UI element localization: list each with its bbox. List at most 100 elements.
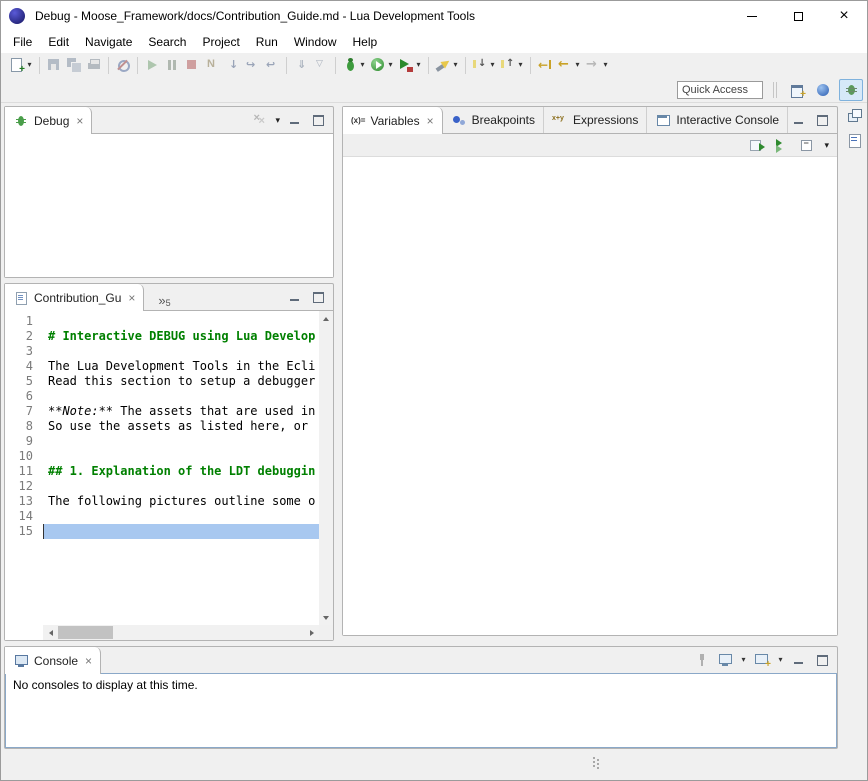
code-line-current[interactable] xyxy=(43,524,319,539)
dropdown-icon[interactable]: ▾ xyxy=(740,649,747,671)
editor-gutter[interactable]: 123456789101112131415 xyxy=(5,311,43,625)
code-line[interactable] xyxy=(43,509,319,524)
dropdown-icon[interactable]: ▾ xyxy=(26,54,33,76)
debug-perspective-button[interactable] xyxy=(839,79,863,101)
external-tools-button[interactable]: ▾ xyxy=(396,54,424,76)
minimize-icon[interactable] xyxy=(287,112,303,128)
line-number[interactable]: 8 xyxy=(5,419,43,434)
tab-breakpoints[interactable]: Breakpoints xyxy=(443,107,544,133)
minimize-window-button[interactable] xyxy=(729,1,775,31)
line-number[interactable]: 13 xyxy=(5,494,43,509)
maximize-icon[interactable] xyxy=(814,652,830,668)
menu-item-navigate[interactable]: Navigate xyxy=(77,32,140,52)
line-number[interactable]: 1 xyxy=(5,314,43,329)
back-button[interactable]: ▾ xyxy=(555,54,583,76)
line-number[interactable]: 11 xyxy=(5,464,43,479)
drop-to-frame-button[interactable] xyxy=(291,54,311,76)
editor-lines[interactable]: # Interactive DEBUG using Lua DevelopThe… xyxy=(43,311,319,625)
forward-button[interactable]: ▾ xyxy=(583,54,611,76)
show-type-names-icon[interactable] xyxy=(774,137,790,153)
code-line[interactable]: **Note:** The assets that are used in xyxy=(43,404,319,419)
menu-item-window[interactable]: Window xyxy=(286,32,345,52)
restore-view-icon[interactable] xyxy=(846,108,862,124)
console-view-content[interactable]: No consoles to display at this time. xyxy=(5,673,837,748)
view-menu-icon[interactable]: ▾ xyxy=(824,132,829,158)
maximize-icon[interactable] xyxy=(814,112,830,128)
dropdown-icon[interactable]: ▾ xyxy=(489,54,496,76)
line-number[interactable]: 5 xyxy=(5,374,43,389)
dropdown-icon[interactable]: ▾ xyxy=(387,54,394,76)
menu-item-file[interactable]: File xyxy=(5,32,40,52)
status-bar-gripper[interactable] xyxy=(592,756,600,772)
open-perspective-button[interactable] xyxy=(785,79,809,101)
remove-all-terminated-icon[interactable] xyxy=(252,112,268,128)
dropdown-icon[interactable]: ▾ xyxy=(517,54,524,76)
close-icon[interactable]: × xyxy=(128,292,135,304)
step-return-button[interactable] xyxy=(262,54,282,76)
vertical-scrollbar[interactable] xyxy=(319,311,333,625)
code-line[interactable] xyxy=(43,479,319,494)
line-number[interactable]: 3 xyxy=(5,344,43,359)
menu-item-edit[interactable]: Edit xyxy=(40,32,77,52)
tab-contribution-guide[interactable]: Contribution_Gu × xyxy=(5,284,144,311)
line-number[interactable]: 12 xyxy=(5,479,43,494)
minimize-icon[interactable] xyxy=(287,289,303,305)
close-icon[interactable]: × xyxy=(76,115,83,127)
close-window-button[interactable]: × xyxy=(821,1,867,31)
step-into-button[interactable] xyxy=(222,54,242,76)
tab-overflow-indicator[interactable]: » 5 xyxy=(144,284,176,310)
previous-annotation-button[interactable]: ▾ xyxy=(498,54,526,76)
code-line[interactable] xyxy=(43,449,319,464)
minimize-icon[interactable] xyxy=(791,112,807,128)
line-number[interactable]: 7 xyxy=(5,404,43,419)
dropdown-icon[interactable]: ▾ xyxy=(452,54,459,76)
variables-view-content[interactable] xyxy=(343,157,837,635)
open-console-icon[interactable] xyxy=(754,652,770,668)
disconnect-button[interactable] xyxy=(202,54,222,76)
scrollbar-thumb[interactable] xyxy=(58,626,113,639)
suspend-button[interactable] xyxy=(162,54,182,76)
maximize-icon[interactable] xyxy=(310,289,326,305)
code-line[interactable] xyxy=(43,434,319,449)
view-menu-icon[interactable]: ▾ xyxy=(275,107,280,133)
dropdown-icon[interactable]: ▾ xyxy=(602,54,609,76)
skip-breakpoints-button[interactable] xyxy=(113,54,133,76)
code-line[interactable] xyxy=(43,314,319,329)
dropdown-icon[interactable]: ▾ xyxy=(415,54,422,76)
scroll-down-button[interactable] xyxy=(319,610,333,625)
minimize-icon[interactable] xyxy=(791,652,807,668)
pin-console-icon[interactable] xyxy=(694,652,710,668)
close-icon[interactable]: × xyxy=(85,655,92,667)
line-number[interactable]: 4 xyxy=(5,359,43,374)
line-number[interactable]: 10 xyxy=(5,449,43,464)
resume-button[interactable] xyxy=(142,54,162,76)
tab-variables[interactable]: (x)= Variables × xyxy=(343,107,443,134)
save-all-button[interactable] xyxy=(64,54,84,76)
menu-item-search[interactable]: Search xyxy=(140,32,194,52)
code-line[interactable]: Read this section to setup a debugger xyxy=(43,374,319,389)
terminate-button[interactable] xyxy=(182,54,202,76)
scroll-right-button[interactable] xyxy=(304,625,319,640)
line-number[interactable]: 6 xyxy=(5,389,43,404)
collapse-all-icon[interactable] xyxy=(799,137,815,153)
maximize-icon[interactable] xyxy=(310,112,326,128)
dropdown-icon[interactable]: ▾ xyxy=(574,54,581,76)
line-number[interactable]: 2 xyxy=(5,329,43,344)
tab-interactive-console[interactable]: Interactive Console xyxy=(647,107,788,133)
show-logical-structure-icon[interactable] xyxy=(749,137,765,153)
tab-expressions[interactable]: Expressions xyxy=(544,107,647,133)
maximize-window-button[interactable] xyxy=(775,1,821,31)
step-filters-button[interactable] xyxy=(311,54,331,76)
outline-view-icon[interactable] xyxy=(846,132,862,148)
print-button[interactable] xyxy=(84,54,104,76)
scroll-up-button[interactable] xyxy=(319,311,333,326)
dropdown-icon[interactable]: ▾ xyxy=(777,649,784,671)
debug-view-content[interactable] xyxy=(5,133,333,277)
horizontal-scrollbar[interactable] xyxy=(43,625,319,640)
line-number[interactable]: 15 xyxy=(5,524,43,539)
code-line[interactable] xyxy=(43,344,319,359)
run-button[interactable]: ▾ xyxy=(368,54,396,76)
code-line[interactable]: # Interactive DEBUG using Lua Develop xyxy=(43,329,319,344)
menu-item-run[interactable]: Run xyxy=(248,32,286,52)
dropdown-icon[interactable]: ▾ xyxy=(359,54,366,76)
